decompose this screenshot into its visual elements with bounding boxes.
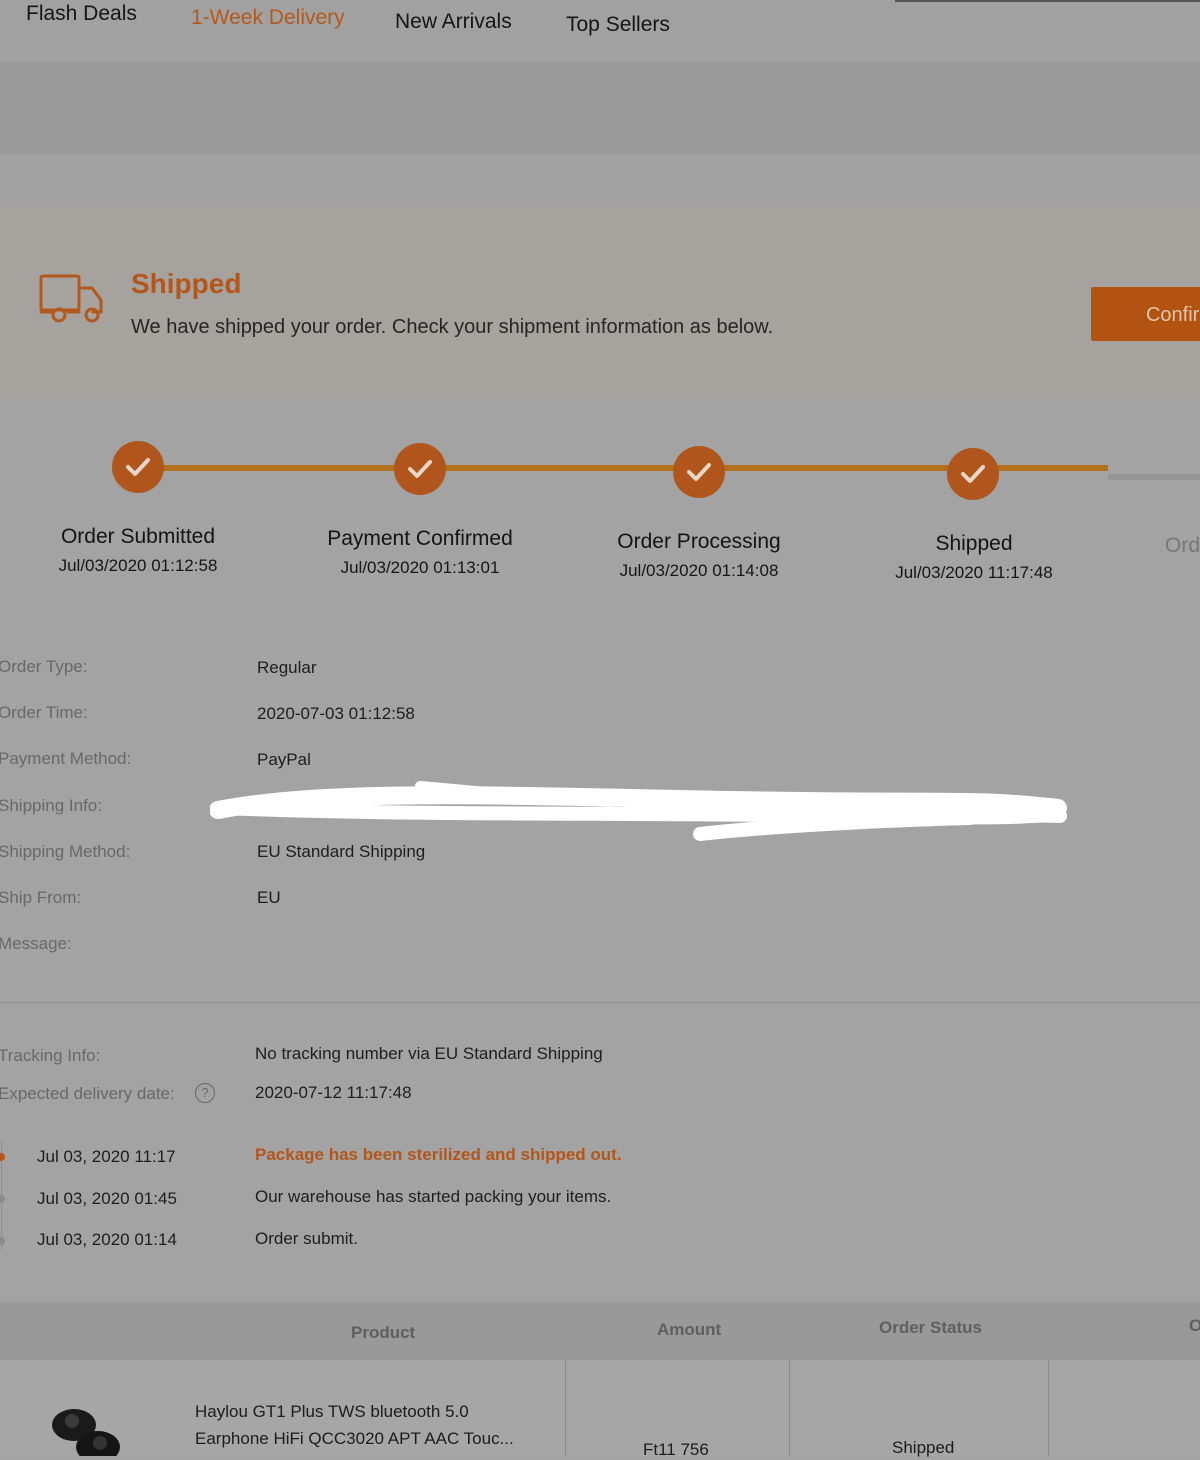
step-label: Order	[1165, 534, 1200, 557]
step-date: Jul/03/2020 01:12:58	[58, 556, 218, 575]
column-header-order-status: Order Status	[879, 1318, 982, 1337]
timeline-dot	[0, 1195, 5, 1203]
status-title: Shipped	[131, 268, 242, 299]
section-divider	[0, 1002, 1200, 1003]
payment-method-value: PayPal	[257, 750, 311, 769]
order-time-label: Order Time:	[0, 703, 88, 722]
event-text: Order submit.	[255, 1229, 358, 1248]
column-divider	[789, 1360, 790, 1456]
ship-from-label: Ship From:	[0, 888, 82, 907]
column-header-amount: Amount	[657, 1320, 722, 1339]
timeline-dot	[0, 1153, 5, 1161]
event-text: Package has been sterilized and shipped …	[255, 1145, 622, 1164]
step-check-icon	[394, 443, 446, 495]
product-image[interactable]	[44, 1395, 124, 1456]
step-check-icon	[947, 448, 999, 500]
page-band	[0, 154, 1200, 206]
table-header	[0, 1302, 1200, 1360]
nav-new-arrivals[interactable]: New Arrivals	[395, 10, 512, 34]
confirm-receipt-button[interactable]: Confirm	[1091, 287, 1200, 341]
column-header-product: Product	[351, 1323, 416, 1342]
step-date: Jul/03/2020 01:13:01	[340, 558, 500, 577]
step-label: Order Processing	[617, 530, 781, 553]
message-label: Message:	[0, 934, 72, 953]
step-label: Payment Confirmed	[327, 527, 513, 550]
timeline-dot	[0, 1237, 5, 1245]
order-time-value: 2020-07-03 01:12:58	[257, 704, 415, 723]
table-row	[0, 1360, 1200, 1456]
product-name-line: Haylou GT1 Plus TWS bluetooth 5.0	[195, 1402, 469, 1421]
step-check-icon	[673, 446, 725, 498]
redaction-scribble	[210, 781, 1067, 841]
column-header-more: O	[1189, 1316, 1200, 1335]
step-check-icon	[112, 441, 164, 493]
order-status: Shipped	[892, 1438, 955, 1457]
nav-1-week-delivery[interactable]: 1-Week Delivery	[191, 6, 345, 30]
step-label: Shipped	[935, 532, 1013, 555]
shipping-method-label: Shipping Method:	[0, 842, 131, 861]
order-amount: Ft11 756	[643, 1440, 709, 1459]
tracking-info-value: No tracking number via EU Standard Shipp…	[255, 1044, 603, 1063]
page-band	[0, 62, 1200, 154]
truck-icon	[39, 274, 103, 323]
nav-divider	[895, 0, 1200, 2]
order-type-value: Regular	[257, 658, 317, 677]
product-name-link[interactable]: Haylou GT1 Plus TWS bluetooth 5.0 Earpho…	[195, 1398, 545, 1452]
event-time: Jul 03, 2020 11:17	[37, 1147, 176, 1166]
event-time: Jul 03, 2020 01:45	[37, 1189, 177, 1208]
shipping-info-label: Shipping Info:	[0, 796, 102, 815]
expected-delivery-label: Expected delivery date:	[0, 1084, 175, 1103]
step-label: Order Submitted	[60, 525, 216, 548]
status-banner	[0, 206, 1200, 398]
event-time: Jul 03, 2020 01:14	[37, 1230, 177, 1249]
ship-from-value: EU	[257, 888, 281, 907]
progress-bar-remaining	[1108, 474, 1200, 480]
product-name-line: Earphone HiFi QCC3020 APT AAC Touc...	[195, 1429, 514, 1448]
step-date: Jul/03/2020 01:14:08	[619, 561, 779, 580]
tracking-info-label: Tracking Info:	[0, 1046, 101, 1065]
column-divider	[565, 1360, 566, 1456]
help-icon[interactable]: ?	[195, 1083, 215, 1103]
event-text: Our warehouse has started packing your i…	[255, 1187, 612, 1206]
order-type-label: Order Type:	[0, 657, 88, 676]
step-date: Jul/03/2020 11:17:48	[895, 563, 1053, 582]
expected-delivery-value: 2020-07-12 11:17:48	[255, 1083, 412, 1102]
shipping-method-value: EU Standard Shipping	[257, 842, 426, 861]
nav-flash-deals[interactable]: Flash Deals	[26, 2, 137, 26]
nav-top-sellers[interactable]: Top Sellers	[566, 13, 670, 37]
column-divider	[1048, 1360, 1049, 1456]
payment-method-label: Payment Method:	[0, 749, 132, 768]
status-description: We have shipped your order. Check your s…	[131, 316, 774, 338]
